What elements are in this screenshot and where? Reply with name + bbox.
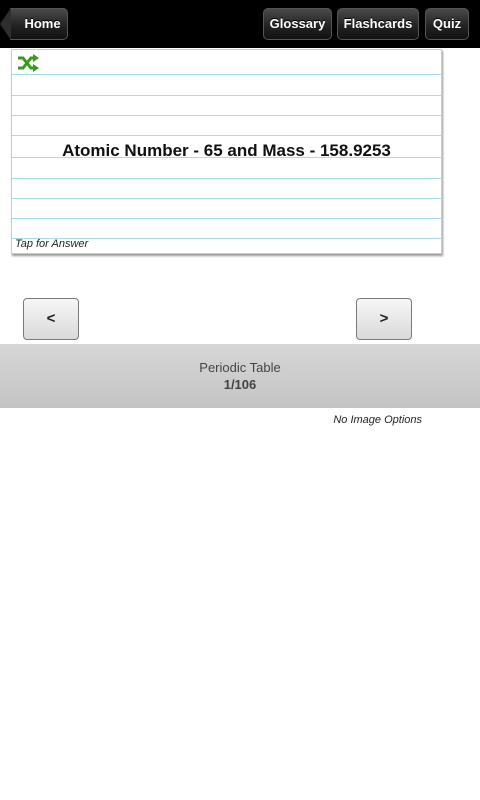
quiz-button-label: Quiz bbox=[432, 16, 462, 31]
card-rule-line bbox=[12, 218, 441, 219]
top-toolbar: Home Glossary Flashcards Quiz bbox=[0, 0, 480, 48]
back-arrow-shape bbox=[0, 8, 11, 40]
next-button-label: > bbox=[379, 310, 389, 327]
home-button-label: Home bbox=[24, 16, 61, 31]
card-rule-line bbox=[12, 178, 441, 179]
no-image-options-label: No Image Options bbox=[333, 414, 422, 426]
card-question-text: Atomic Number - 65 and Mass - 158.9253 bbox=[62, 141, 391, 160]
deck-title: Periodic Table bbox=[199, 360, 281, 375]
card-rule-line bbox=[12, 198, 441, 199]
glossary-button[interactable]: Glossary bbox=[263, 8, 332, 40]
card-rule-line bbox=[12, 74, 441, 75]
card-rule-line bbox=[12, 135, 441, 136]
next-card-button[interactable]: > bbox=[356, 298, 412, 340]
glossary-button-label: Glossary bbox=[269, 16, 326, 31]
tap-for-answer-hint: Tap for Answer bbox=[15, 238, 89, 250]
home-button[interactable]: Home bbox=[0, 8, 68, 40]
shuffle-icon[interactable] bbox=[17, 54, 39, 72]
flashcard[interactable]: Atomic Number - 65 and Mass - 158.9253 T… bbox=[11, 49, 442, 254]
card-rule-line bbox=[12, 115, 441, 116]
quiz-button[interactable]: Quiz bbox=[425, 8, 469, 40]
previous-card-button[interactable]: < bbox=[23, 298, 79, 340]
deck-info-band: Periodic Table 1/106 bbox=[0, 344, 480, 408]
card-rule-line bbox=[12, 95, 441, 96]
flashcards-button-label: Flashcards bbox=[343, 16, 413, 31]
card-position-counter: 1/106 bbox=[223, 377, 257, 392]
flashcards-button[interactable]: Flashcards bbox=[337, 8, 419, 40]
flashcard-screen: Home Glossary Flashcards Quiz Atomic Num… bbox=[0, 0, 480, 800]
previous-button-label: < bbox=[46, 310, 56, 327]
